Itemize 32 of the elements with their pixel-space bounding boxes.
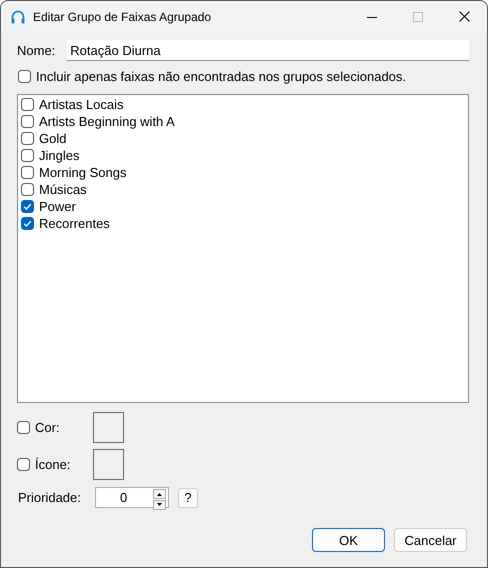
dialog-button[interactable]: OK	[312, 528, 385, 552]
checkbox-label: Músicas	[39, 182, 87, 197]
headphones-icon	[10, 8, 26, 24]
checkbox-label: Morning Songs	[39, 165, 126, 180]
checkbox-label: Recorrentes	[39, 216, 110, 231]
checkbox[interactable]	[17, 421, 30, 434]
checkbox[interactable]	[21, 115, 34, 128]
checkbox-label: Incluir apenas faixas não encontradas nos grupos selecionados.	[36, 69, 406, 84]
checkbox-label: Power	[39, 199, 76, 214]
checkbox[interactable]	[21, 183, 34, 196]
checkbox[interactable]	[21, 217, 34, 230]
checkbox[interactable]	[21, 149, 34, 162]
checkbox[interactable]	[21, 200, 34, 213]
checkbox[interactable]	[21, 166, 34, 179]
icon-swatch[interactable]	[93, 449, 124, 480]
checkbox-label: Jingles	[39, 148, 80, 163]
field-label: Nome:	[17, 43, 56, 58]
checkbox[interactable]	[18, 70, 31, 83]
name-field[interactable]: Rotação Diurna	[67, 40, 469, 61]
checkbox-label: Artists Beginning with A	[39, 114, 175, 129]
window-title: Editar Grupo de Faixas Agrupado	[33, 10, 212, 24]
checkbox-label: Gold	[39, 131, 66, 146]
color-swatch[interactable]	[93, 412, 124, 443]
field-label: Prioridade:	[18, 490, 82, 505]
checkbox-label: Cor:	[35, 420, 60, 435]
checkbox-label: Artistas Locais	[39, 97, 124, 112]
help-button[interactable]: ?	[178, 488, 198, 508]
checkbox[interactable]	[17, 458, 30, 471]
checkbox[interactable]	[21, 98, 34, 111]
checkbox-label: Ícone:	[35, 457, 70, 472]
checkbox[interactable]	[21, 132, 34, 145]
dialog-button[interactable]: Cancelar	[394, 528, 467, 552]
